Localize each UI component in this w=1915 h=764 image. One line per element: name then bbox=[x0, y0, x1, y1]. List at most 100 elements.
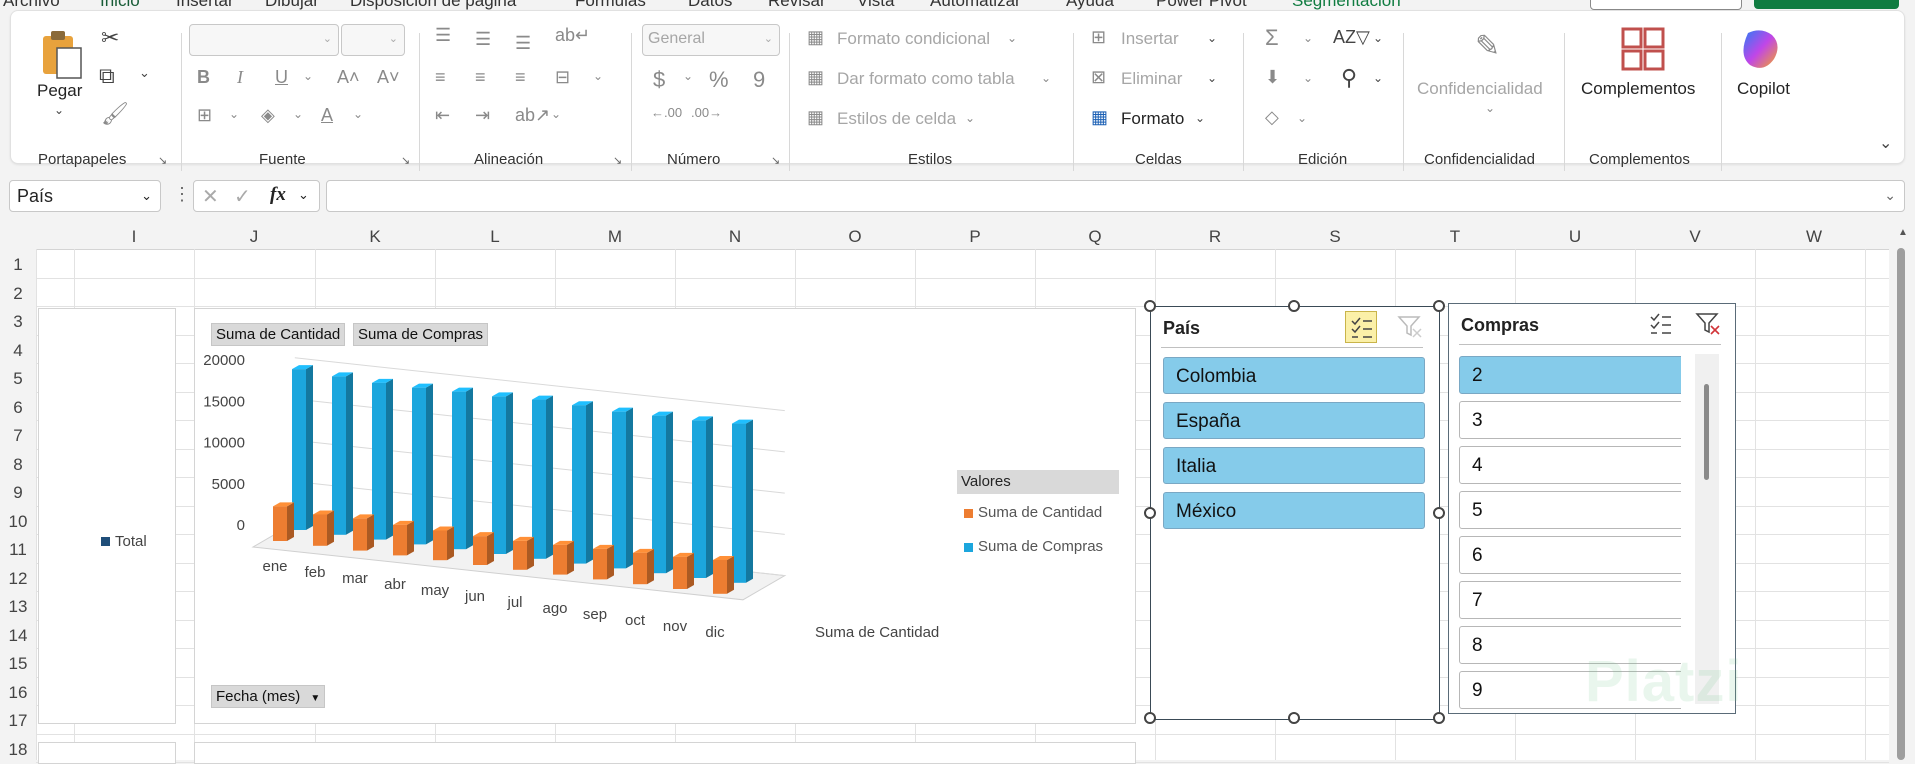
pivot-chart[interactable]: Suma de Cantidad Suma de Compras 0 5000 10… bbox=[194, 308, 1136, 724]
copy-icon[interactable]: ⧉ bbox=[99, 63, 115, 89]
share-button[interactable] bbox=[1754, 0, 1899, 9]
format-button[interactable]: Formato bbox=[1121, 109, 1184, 129]
column-header[interactable]: W bbox=[1799, 227, 1829, 247]
chevron-down-icon[interactable]: ⌄ bbox=[1303, 71, 1313, 85]
row-header[interactable]: 10 bbox=[0, 512, 36, 532]
check-icon[interactable]: ✓ bbox=[234, 184, 251, 209]
slicer-item[interactable]: 7 bbox=[1459, 581, 1681, 619]
chevron-down-icon[interactable]: ⌄ bbox=[229, 107, 239, 121]
resize-handle[interactable] bbox=[1288, 712, 1300, 724]
column-header[interactable]: O bbox=[840, 227, 870, 247]
chevron-down-icon[interactable]: ⌄ bbox=[1303, 31, 1313, 45]
row-header[interactable]: 6 bbox=[0, 398, 36, 418]
slicer-item[interactable]: 4 bbox=[1459, 446, 1681, 484]
increase-font-icon[interactable]: A˄ bbox=[337, 67, 360, 88]
legend-item-compras[interactable]: Suma de Compras bbox=[978, 538, 1103, 555]
addins-button[interactable]: Complementos bbox=[1581, 79, 1695, 99]
dialog-launcher-icon[interactable]: ↘ bbox=[401, 154, 410, 167]
row-header[interactable]: 15 bbox=[0, 654, 36, 674]
more-options-icon[interactable]: ⋮ bbox=[173, 184, 191, 205]
fill-color-icon[interactable]: ◈ bbox=[261, 105, 275, 126]
align-right-icon[interactable]: ≡ bbox=[515, 67, 526, 88]
chevron-down-icon[interactable]: ⌄ bbox=[1373, 71, 1383, 85]
align-bottom-icon[interactable]: ☰ bbox=[515, 33, 531, 54]
merge-center-icon[interactable]: ⊟ bbox=[555, 67, 570, 88]
row-header[interactable]: 17 bbox=[0, 711, 36, 731]
chevron-down-icon[interactable]: ⌄ bbox=[1373, 31, 1383, 45]
paste-button[interactable]: Pegar bbox=[37, 81, 82, 101]
chevron-down-icon[interactable]: ⌄ bbox=[54, 103, 64, 117]
menu-revisar[interactable]: Revisar bbox=[768, 0, 826, 10]
fill-icon[interactable]: ⬇ bbox=[1265, 67, 1280, 88]
menu-automatizar[interactable]: Automatizar bbox=[930, 0, 1021, 10]
multi-select-icon[interactable] bbox=[1345, 311, 1377, 343]
comma-style-icon[interactable]: 9 bbox=[753, 67, 765, 93]
menu-archivo[interactable]: Archivo bbox=[3, 0, 60, 10]
slicer-scroll-thumb[interactable] bbox=[1704, 384, 1709, 480]
slicer-item[interactable]: México bbox=[1163, 492, 1425, 529]
cancel-icon[interactable]: ✕ bbox=[202, 184, 219, 209]
slicer-item[interactable]: Italia bbox=[1163, 447, 1425, 484]
chevron-down-icon[interactable]: ⌄ bbox=[1195, 111, 1205, 125]
dialog-launcher-icon[interactable]: ↘ bbox=[613, 154, 622, 167]
decrease-decimal-icon[interactable]: .00→ bbox=[691, 105, 722, 120]
resize-handle[interactable] bbox=[1433, 712, 1445, 724]
increase-decimal-icon[interactable]: ←.00 bbox=[651, 105, 682, 120]
column-header[interactable]: T bbox=[1440, 227, 1470, 247]
menu-dibujar[interactable]: Dibujar bbox=[265, 0, 319, 10]
number-format-combo[interactable]: General ⌄ bbox=[642, 24, 780, 56]
menu-powerpivot[interactable]: Power Pivot bbox=[1156, 0, 1247, 10]
chevron-down-icon[interactable]: ⌄ bbox=[1041, 71, 1051, 85]
cut-icon[interactable]: ✂ bbox=[101, 25, 119, 51]
italic-icon[interactable]: I bbox=[237, 67, 243, 88]
multi-select-icon[interactable] bbox=[1645, 308, 1675, 338]
row-header[interactable]: 11 bbox=[0, 540, 36, 560]
column-header[interactable]: N bbox=[720, 227, 750, 247]
chart-fragment[interactable] bbox=[38, 742, 176, 764]
row-header[interactable]: 14 bbox=[0, 626, 36, 646]
column-header[interactable]: K bbox=[360, 227, 390, 247]
chevron-down-icon[interactable]: ⌄ bbox=[1297, 111, 1307, 125]
align-top-icon[interactable]: ☰ bbox=[435, 25, 451, 46]
scrollbar-thumb[interactable] bbox=[1897, 248, 1905, 760]
name-box[interactable]: País ⌄ bbox=[9, 180, 161, 212]
menu-segmentacion[interactable]: Segmentación bbox=[1292, 0, 1401, 10]
row-header[interactable]: 7 bbox=[0, 426, 36, 446]
percent-icon[interactable]: % bbox=[709, 67, 729, 93]
comments-button[interactable] bbox=[1590, 0, 1742, 10]
slicer-item[interactable]: 2 bbox=[1459, 356, 1681, 394]
row-header[interactable]: 18 bbox=[0, 740, 36, 760]
decrease-font-icon[interactable]: A˅ bbox=[377, 67, 400, 88]
menu-insertar[interactable]: Insertar bbox=[176, 0, 234, 10]
column-header[interactable]: P bbox=[960, 227, 990, 247]
menu-disposicion[interactable]: Disposición de página bbox=[350, 0, 516, 10]
dialog-launcher-icon[interactable]: ↘ bbox=[158, 154, 167, 167]
sensitivity-button[interactable]: Confidencialidad bbox=[1417, 79, 1543, 99]
font-name-combo[interactable]: ⌄ bbox=[189, 24, 339, 56]
copilot-button[interactable]: Copilot bbox=[1737, 79, 1790, 99]
menu-datos[interactable]: Datos bbox=[688, 0, 732, 10]
chevron-down-icon[interactable]: ⌄ bbox=[965, 111, 975, 125]
collapse-ribbon-icon[interactable]: ⌄ bbox=[1879, 133, 1892, 153]
font-size-combo[interactable]: ⌄ bbox=[341, 24, 405, 56]
resize-handle[interactable] bbox=[1288, 300, 1300, 312]
legend-item-cantidad[interactable]: Suma de Cantidad bbox=[978, 504, 1102, 521]
row-header[interactable]: 16 bbox=[0, 683, 36, 703]
conditional-format-button[interactable]: Formato condicional bbox=[837, 29, 990, 49]
clear-filter-icon[interactable] bbox=[1693, 308, 1723, 338]
resize-handle[interactable] bbox=[1144, 300, 1156, 312]
chevron-down-icon[interactable]: ⌄ bbox=[353, 107, 363, 121]
slicer-item[interactable]: España bbox=[1163, 402, 1425, 439]
insert-button[interactable]: Insertar bbox=[1121, 29, 1179, 49]
slicer-item[interactable]: Colombia bbox=[1163, 357, 1425, 394]
currency-icon[interactable]: $ bbox=[653, 67, 665, 93]
underline-icon[interactable]: U bbox=[275, 67, 288, 88]
format-painter-icon[interactable]: 🖌 bbox=[101, 101, 129, 127]
expand-formula-icon[interactable]: ⌄ bbox=[1884, 187, 1896, 204]
cell-styles-button[interactable]: Estilos de celda bbox=[837, 109, 956, 129]
menu-vista[interactable]: Vista bbox=[857, 0, 895, 10]
column-header[interactable]: S bbox=[1320, 227, 1350, 247]
axis-field-button[interactable]: Fecha (mes) ▼ bbox=[211, 685, 326, 708]
row-header[interactable]: 1 bbox=[0, 255, 36, 275]
chevron-down-icon[interactable]: ⌄ bbox=[1485, 101, 1495, 115]
